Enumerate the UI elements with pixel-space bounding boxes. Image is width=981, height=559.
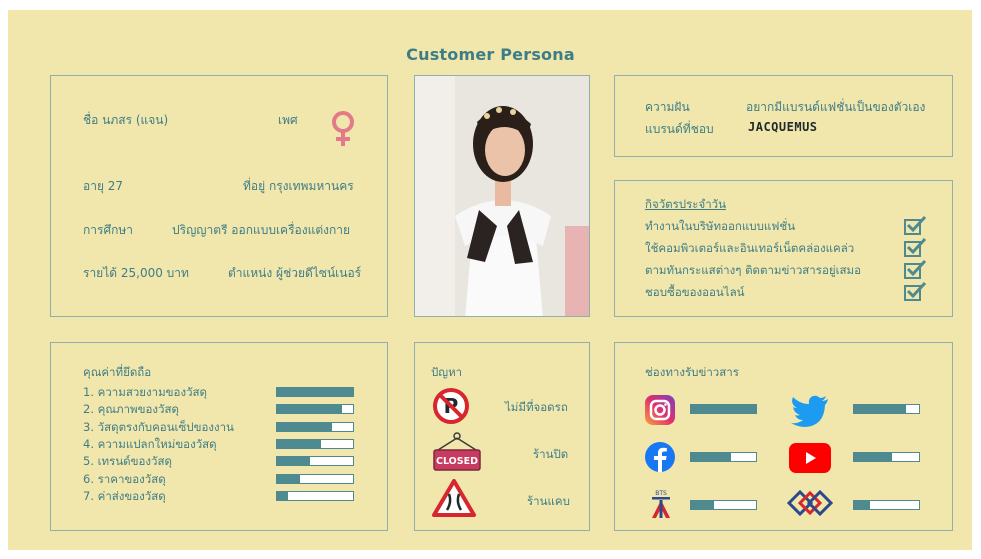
value-rating-bar: [276, 404, 354, 415]
routine-title: กิจวัตรประจำวัน: [645, 197, 726, 211]
channel-rating-bar: [853, 452, 920, 462]
value-label: 5. เทรนด์ของวัสดุ: [83, 454, 172, 469]
value-rating-bar: [276, 421, 354, 432]
routine-item: ใช้คอมพิวเตอร์และอินเทอร์เน็ตคล่องแคล่ว: [645, 241, 855, 255]
profile-income: รายได้ 25,000 บาท: [83, 266, 189, 280]
profile-name: ชื่อ นภสร (แจน): [83, 113, 169, 127]
checkbox-checked-icon: [904, 215, 926, 235]
profile-age: อายุ 27: [83, 179, 124, 193]
value-label: 3. วัสดุตรงกับคอนเซ็ปของงาน: [83, 419, 234, 434]
values-title: คุณค่าที่ยึดถือ: [83, 365, 152, 379]
instagram-icon: [645, 395, 675, 425]
checkbox-checked-icon: [904, 281, 926, 301]
value-rating-bar: [276, 438, 354, 449]
value-label: 7. ค่าส่งของวัสดุ: [83, 488, 166, 503]
mrt-icon: [787, 490, 833, 516]
profile-address: ที่อยู่ กรุงเทพมหานคร: [243, 179, 354, 193]
channel-rating-bar: [690, 404, 757, 414]
value-rating-bar: [276, 490, 354, 501]
problems-title: ปัญหา: [431, 365, 463, 379]
checkbox-checked-icon: [904, 237, 926, 257]
routine-item: ทำงานในบริษัทออกแบบแฟชั่น: [645, 219, 796, 233]
problem-label: ร้านแคบ: [527, 494, 570, 508]
channel-rating-bar: [690, 500, 757, 510]
value-label: 2. คุณภาพของวัสดุ: [83, 402, 179, 417]
closed-sign-icon: CLOSED: [433, 432, 481, 471]
channel-rating-bar: [853, 404, 920, 414]
dream-label: ความฝัน: [645, 100, 690, 114]
channel-rating-bar: [690, 452, 757, 462]
value-label: 4. ความแปลกใหม่ของวัสดุ: [83, 436, 217, 451]
brand-logo-jacquemus: JACQUEMUS: [748, 120, 818, 134]
no-parking-icon: P: [433, 388, 469, 424]
checkbox-checked-icon: [904, 259, 926, 279]
profile-position: ตำแหน่ง ผู้ช่วยดีไซน์เนอร์: [228, 266, 362, 280]
dream-value: อยากมีแบรนด์แฟชั่นเป็นของตัวเอง: [746, 100, 926, 114]
channel-rating-bar: [853, 500, 920, 510]
page-title: Customer Persona: [406, 45, 575, 64]
value-label: 1. ความสวยงามของวัสดุ: [83, 385, 208, 399]
value-label: 6. ราคาของวัสดุ: [83, 471, 166, 486]
facebook-icon: [645, 442, 675, 472]
twitter-icon: [791, 395, 828, 427]
problem-label: ร้านปิด: [533, 447, 569, 461]
value-rating-bar: [276, 456, 354, 467]
brand-label: แบรนด์ที่ชอบ: [645, 122, 714, 136]
youtube-icon: [789, 443, 831, 473]
bts-icon: BTS: [652, 490, 670, 518]
value-rating-bar: [276, 387, 354, 397]
education-label: การศึกษา: [83, 223, 133, 237]
persona-photo: [414, 75, 590, 317]
education-value: ปริญญาตรี ออกแบบเครื่องแต่งกาย: [172, 223, 351, 237]
svg-text:CLOSED: CLOSED: [436, 456, 478, 467]
channels-title: ช่องทางรับข่าวสาร: [645, 365, 739, 379]
gender-label: เพศ: [278, 113, 298, 127]
female-icon: [332, 111, 354, 146]
value-rating-bar: [276, 473, 354, 484]
narrow-road-icon: [432, 479, 476, 517]
routine-item: ตามทันกระแสต่างๆ ติดตามข่าวสารอยู่เสมอ: [645, 263, 862, 277]
routine-item: ชอบซื้อของออนไลน์: [645, 285, 745, 299]
svg-text:BTS: BTS: [655, 490, 667, 497]
problem-label: ไม่มีที่จอดรถ: [505, 400, 568, 414]
